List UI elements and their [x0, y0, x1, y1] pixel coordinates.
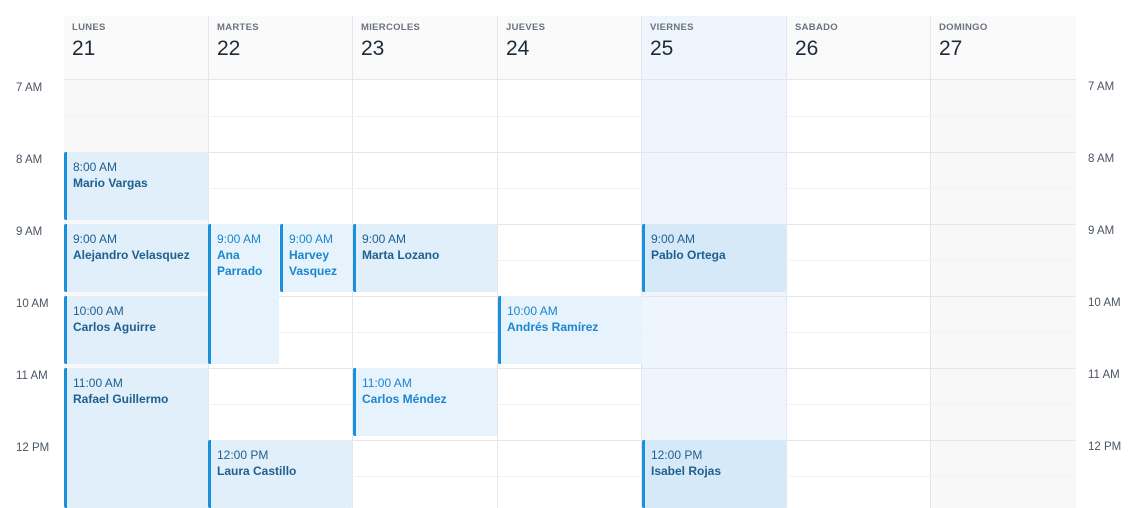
day-header-thursday[interactable]: JUEVES 24: [498, 16, 642, 80]
time-label: 10 AM: [1088, 297, 1121, 309]
event-card[interactable]: 12:00 PM Isabel Rojas: [642, 440, 786, 508]
day-column-sunday[interactable]: [931, 80, 1076, 508]
day-name: LUNES: [72, 22, 106, 33]
event-card[interactable]: 9:00 AM Marta Lozano: [353, 224, 497, 292]
day-number: 23: [361, 37, 385, 60]
event-card[interactable]: 8:00 AM Mario Vargas: [64, 152, 208, 220]
event-card[interactable]: 12:00 PM Laura Castillo: [208, 440, 352, 508]
day-number: 21: [72, 37, 96, 60]
event-card[interactable]: 9:00 AM Harvey Vasquez: [280, 224, 352, 292]
time-label: 9 AM: [16, 226, 43, 238]
day-column-saturday[interactable]: [787, 80, 931, 508]
time-label: 7 AM: [16, 82, 43, 94]
day-name: VIERNES: [650, 22, 694, 33]
event-card[interactable]: 9:00 AM Pablo Ortega: [642, 224, 786, 292]
event-card[interactable]: 10:00 AM Carlos Aguirre: [64, 296, 208, 364]
day-header-sunday[interactable]: DOMINGO 27: [931, 16, 1076, 80]
event-title: Laura Castillo: [217, 464, 297, 478]
hour-line: [64, 152, 1076, 153]
event-title: Andrés Ramírez: [507, 320, 599, 334]
day-header-friday[interactable]: VIERNES 25: [642, 16, 787, 80]
event-title: Carlos Aguirre: [73, 320, 156, 334]
event-title: Rafael Guillermo: [73, 392, 169, 406]
event-time: 11:00 AM: [73, 376, 123, 390]
event-time: 10:00 AM: [507, 304, 558, 318]
event-card[interactable]: 10:00 AM Andrés Ramírez: [498, 296, 642, 364]
day-number: 22: [217, 37, 241, 60]
time-label: 7 AM: [1088, 81, 1115, 93]
time-label: 8 AM: [1088, 153, 1115, 165]
event-title: Ana Parrado: [217, 248, 263, 278]
day-header-tuesday[interactable]: MARTES 22: [209, 16, 353, 80]
event-title: Alejandro Velasquez: [73, 248, 190, 262]
time-label: 11 AM: [1088, 369, 1120, 381]
time-label: 12 PM: [16, 442, 50, 454]
day-name: MIERCOLES: [361, 22, 421, 33]
day-number: 24: [506, 37, 530, 60]
day-number: 25: [650, 37, 674, 60]
time-label: 10 AM: [16, 298, 49, 310]
day-header-monday[interactable]: LUNES 21: [64, 16, 209, 80]
event-card[interactable]: 11:00 AM Rafael Guillermo: [64, 368, 208, 508]
half-hour-line: [64, 404, 1076, 405]
event-card[interactable]: 9:00 AM Ana Parrado: [208, 224, 279, 364]
week-calendar: LUNES 21 MARTES 22 MIERCOLES 23 JUEVES 2…: [0, 0, 1140, 508]
time-label: 12 PM: [1088, 441, 1122, 453]
day-name: JUEVES: [506, 22, 546, 33]
event-time: 12:00 PM: [217, 448, 269, 462]
event-time: 9:00 AM: [73, 232, 118, 246]
day-column-wednesday[interactable]: [353, 80, 498, 508]
half-hour-line: [64, 116, 1076, 117]
event-time: 12:00 PM: [651, 448, 703, 462]
event-title: Pablo Ortega: [651, 248, 726, 262]
event-time: 9:00 AM: [217, 232, 262, 246]
time-label: 11 AM: [16, 370, 48, 382]
event-title: Mario Vargas: [73, 176, 148, 190]
event-title: Marta Lozano: [362, 248, 440, 262]
calendar-header: LUNES 21 MARTES 22 MIERCOLES 23 JUEVES 2…: [64, 16, 1076, 80]
event-time: 9:00 AM: [651, 232, 696, 246]
event-time: 8:00 AM: [73, 160, 118, 174]
event-card[interactable]: 9:00 AM Alejandro Velasquez: [64, 224, 208, 292]
event-time: 9:00 AM: [362, 232, 407, 246]
day-name: SABADO: [795, 22, 838, 33]
time-label: 8 AM: [16, 154, 43, 166]
half-hour-line: [64, 188, 1076, 189]
event-time: 10:00 AM: [73, 304, 124, 318]
day-number: 26: [795, 37, 819, 60]
event-title: Isabel Rojas: [651, 464, 722, 478]
event-title: Carlos Méndez: [362, 392, 447, 406]
day-name: MARTES: [217, 22, 259, 33]
day-header-wednesday[interactable]: MIERCOLES 23: [353, 16, 498, 80]
day-name: DOMINGO: [939, 22, 988, 33]
day-column-thursday[interactable]: [498, 80, 642, 508]
event-title: Harvey Vasquez: [289, 248, 338, 278]
event-time: 11:00 AM: [362, 376, 412, 390]
hour-line: [64, 368, 1076, 369]
event-card[interactable]: 11:00 AM Carlos Méndez: [353, 368, 497, 436]
day-header-saturday[interactable]: SABADO 26: [787, 16, 931, 80]
time-label: 9 AM: [1088, 225, 1115, 237]
event-time: 9:00 AM: [289, 232, 334, 246]
day-number: 27: [939, 37, 963, 60]
